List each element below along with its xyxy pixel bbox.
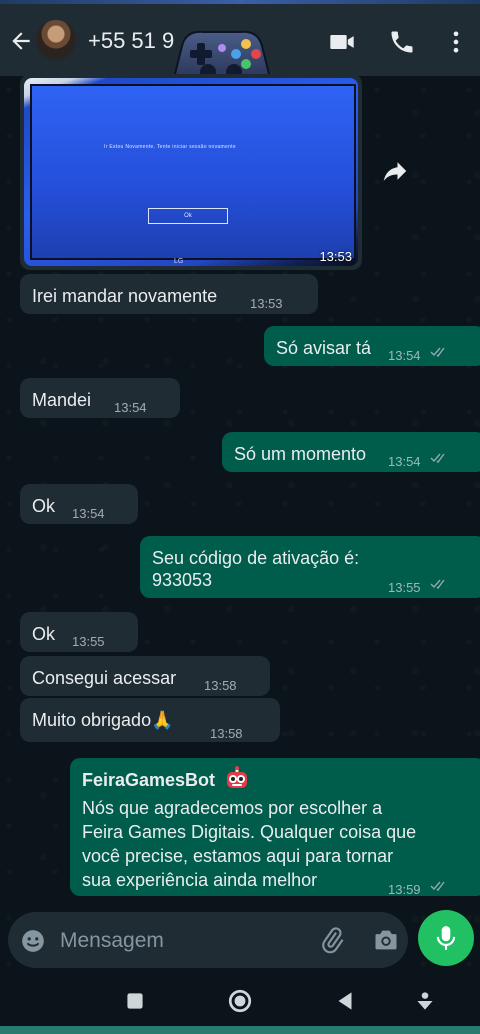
- double-check-icon: [430, 881, 445, 892]
- incoming-message[interactable]: Irei mandar novamente 13:53: [20, 274, 318, 314]
- message-time: 13:54: [114, 400, 147, 415]
- message-time: 13:55: [388, 580, 421, 595]
- message-time: 13:58: [210, 726, 243, 741]
- message-time: 13:54: [72, 506, 105, 521]
- message-text: Só um momento: [234, 444, 367, 464]
- message-time: 13:59: [388, 882, 421, 897]
- message-composer: [8, 912, 408, 968]
- message-time: 13:54: [388, 454, 421, 469]
- outgoing-message[interactable]: Só um momento 13:54: [222, 432, 480, 472]
- incoming-message[interactable]: Consegui acessar 13:58: [20, 656, 270, 696]
- message-text: Só avisar tá: [276, 338, 372, 358]
- photo-dialog-text: Ir Estou Novamente. Tente iniciar sessão…: [104, 144, 236, 150]
- nav-recents-icon[interactable]: [122, 988, 148, 1014]
- system-navigation-bar: [0, 976, 480, 1026]
- photo-brand-logo: LG: [174, 258, 184, 265]
- image-message[interactable]: Ir Estou Novamente. Tente iniciar sessão…: [20, 74, 362, 270]
- message-time: 13:54: [388, 348, 421, 363]
- contact-avatar[interactable]: [36, 20, 76, 60]
- camera-icon[interactable]: [372, 926, 400, 954]
- back-arrow-icon[interactable]: [8, 28, 34, 54]
- double-check-icon: [430, 347, 445, 358]
- nav-menu-icon[interactable]: [412, 988, 438, 1014]
- message-time: 13:55: [72, 634, 105, 649]
- robot-icon: [227, 766, 247, 788]
- mic-button[interactable]: [418, 910, 474, 966]
- phone-icon[interactable]: [388, 28, 416, 56]
- incoming-message[interactable]: Muito obrigado🙏 13:58: [20, 698, 280, 742]
- bot-sender-name: FeiraGamesBot: [82, 770, 216, 790]
- bottom-accent-bar: [0, 1026, 480, 1034]
- bot-message[interactable]: FeiraGamesBot Nós que agradecemos por es…: [70, 758, 480, 897]
- attach-icon[interactable]: [318, 926, 346, 954]
- incoming-message[interactable]: Ok 13:54: [20, 484, 138, 524]
- chat-header: +55 51 9: [0, 4, 480, 102]
- incoming-message[interactable]: Ok 13:55: [20, 612, 138, 652]
- video-call-icon[interactable]: [328, 28, 356, 56]
- message-text: Ok: [32, 624, 56, 644]
- message-input[interactable]: [58, 922, 302, 960]
- incoming-message[interactable]: Mandei 13:54: [20, 378, 180, 418]
- emoji-icon[interactable]: [20, 928, 46, 954]
- photo-tv-screen: Ir Estou Novamente. Tente iniciar sessão…: [30, 84, 356, 260]
- photo-ok-box: Ok: [148, 208, 228, 224]
- activation-code: 933053: [152, 570, 213, 590]
- message-text: Ok: [32, 496, 56, 516]
- outgoing-message[interactable]: Seu código de ativação é: 933053 13:55: [140, 536, 480, 598]
- double-check-icon: [430, 453, 445, 464]
- forward-icon[interactable]: [380, 156, 410, 186]
- contact-name[interactable]: +55 51 9: [88, 28, 174, 54]
- mic-icon: [436, 926, 456, 950]
- more-options-icon[interactable]: [442, 28, 470, 56]
- outgoing-message[interactable]: Só avisar tá 13:54: [264, 326, 480, 366]
- message-time: 13:53: [250, 296, 283, 311]
- double-check-icon: [430, 579, 445, 590]
- nav-back-icon[interactable]: [332, 988, 358, 1014]
- message-text: Irei mandar novamente: [32, 286, 218, 306]
- message-time: 13:53: [319, 249, 352, 264]
- message-photo[interactable]: Ir Estou Novamente. Tente iniciar sessão…: [24, 78, 358, 266]
- nav-home-icon[interactable]: [227, 988, 253, 1014]
- message-text: Consegui acessar: [32, 668, 177, 688]
- message-text: Muito obrigado🙏: [32, 710, 174, 730]
- message-time: 13:58: [204, 678, 237, 693]
- message-text: Mandei: [32, 390, 92, 410]
- message-text: Seu código de ativação é:: [152, 548, 360, 568]
